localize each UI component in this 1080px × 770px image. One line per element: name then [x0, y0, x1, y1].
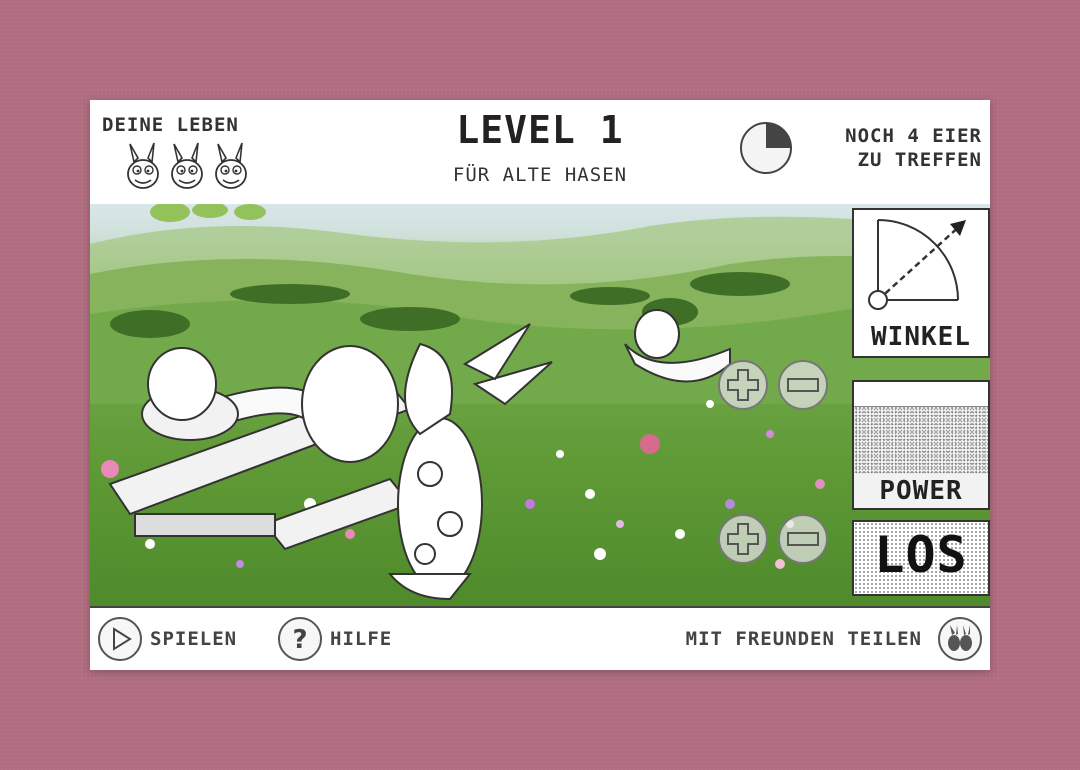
catapult-egg	[147, 347, 217, 421]
pie-timer-icon	[740, 122, 792, 174]
help-label: HILFE	[330, 628, 393, 650]
power-panel: POWER	[852, 380, 990, 510]
bunny-life-icon	[171, 142, 203, 189]
share-label: MIT FREUNDEN TEILEN	[685, 628, 922, 650]
share-button[interactable]: MIT FREUNDEN TEILEN	[686, 616, 982, 662]
level-subtitle: FÜR ALTE HASEN	[452, 164, 628, 186]
winkel-label: WINKEL	[871, 322, 971, 352]
game-footer: SPIELEN ? HILFE MIT FREUNDEN TEILEN	[90, 606, 990, 670]
plus-icon	[727, 523, 759, 555]
plus-icon	[727, 369, 759, 401]
eggs-remaining-text: NOCH 4 EIER ZU TREFFEN	[845, 125, 982, 171]
los-label: LOS	[874, 526, 968, 584]
bunny-life-icon	[215, 142, 247, 189]
angle-indicator-icon	[868, 219, 966, 310]
svg-text:?: ?	[292, 625, 307, 655]
winkel-minus-button[interactable]	[778, 360, 828, 410]
power-label: POWER	[854, 474, 988, 508]
minus-icon	[787, 532, 819, 546]
play-icon	[98, 617, 142, 661]
help-button[interactable]: ? HILFE	[278, 616, 392, 662]
lives-label: DEINE LEBEN	[102, 114, 239, 136]
game-frame: DEINE LEBEN LEVEL 1 FÜR ALTE HASEN NOCH …	[90, 100, 990, 670]
play-button[interactable]: SPIELEN	[98, 616, 237, 662]
play-label: SPIELEN	[150, 628, 238, 650]
question-icon: ?	[278, 617, 322, 661]
los-button[interactable]: LOS	[852, 520, 990, 596]
minus-icon	[787, 378, 819, 392]
winkel-plus-button[interactable]	[718, 360, 768, 410]
power-minus-button[interactable]	[778, 514, 828, 564]
game-header: DEINE LEBEN LEVEL 1 FÜR ALTE HASEN NOCH …	[90, 100, 990, 206]
bunny-egg	[301, 345, 399, 463]
power-plus-button[interactable]	[718, 514, 768, 564]
power-meter-top	[854, 382, 988, 407]
level-title: LEVEL 1	[456, 108, 624, 152]
bunny-life-icon	[127, 142, 159, 189]
winkel-panel: WINKEL	[852, 208, 990, 358]
bunny-share-icon	[938, 617, 982, 661]
